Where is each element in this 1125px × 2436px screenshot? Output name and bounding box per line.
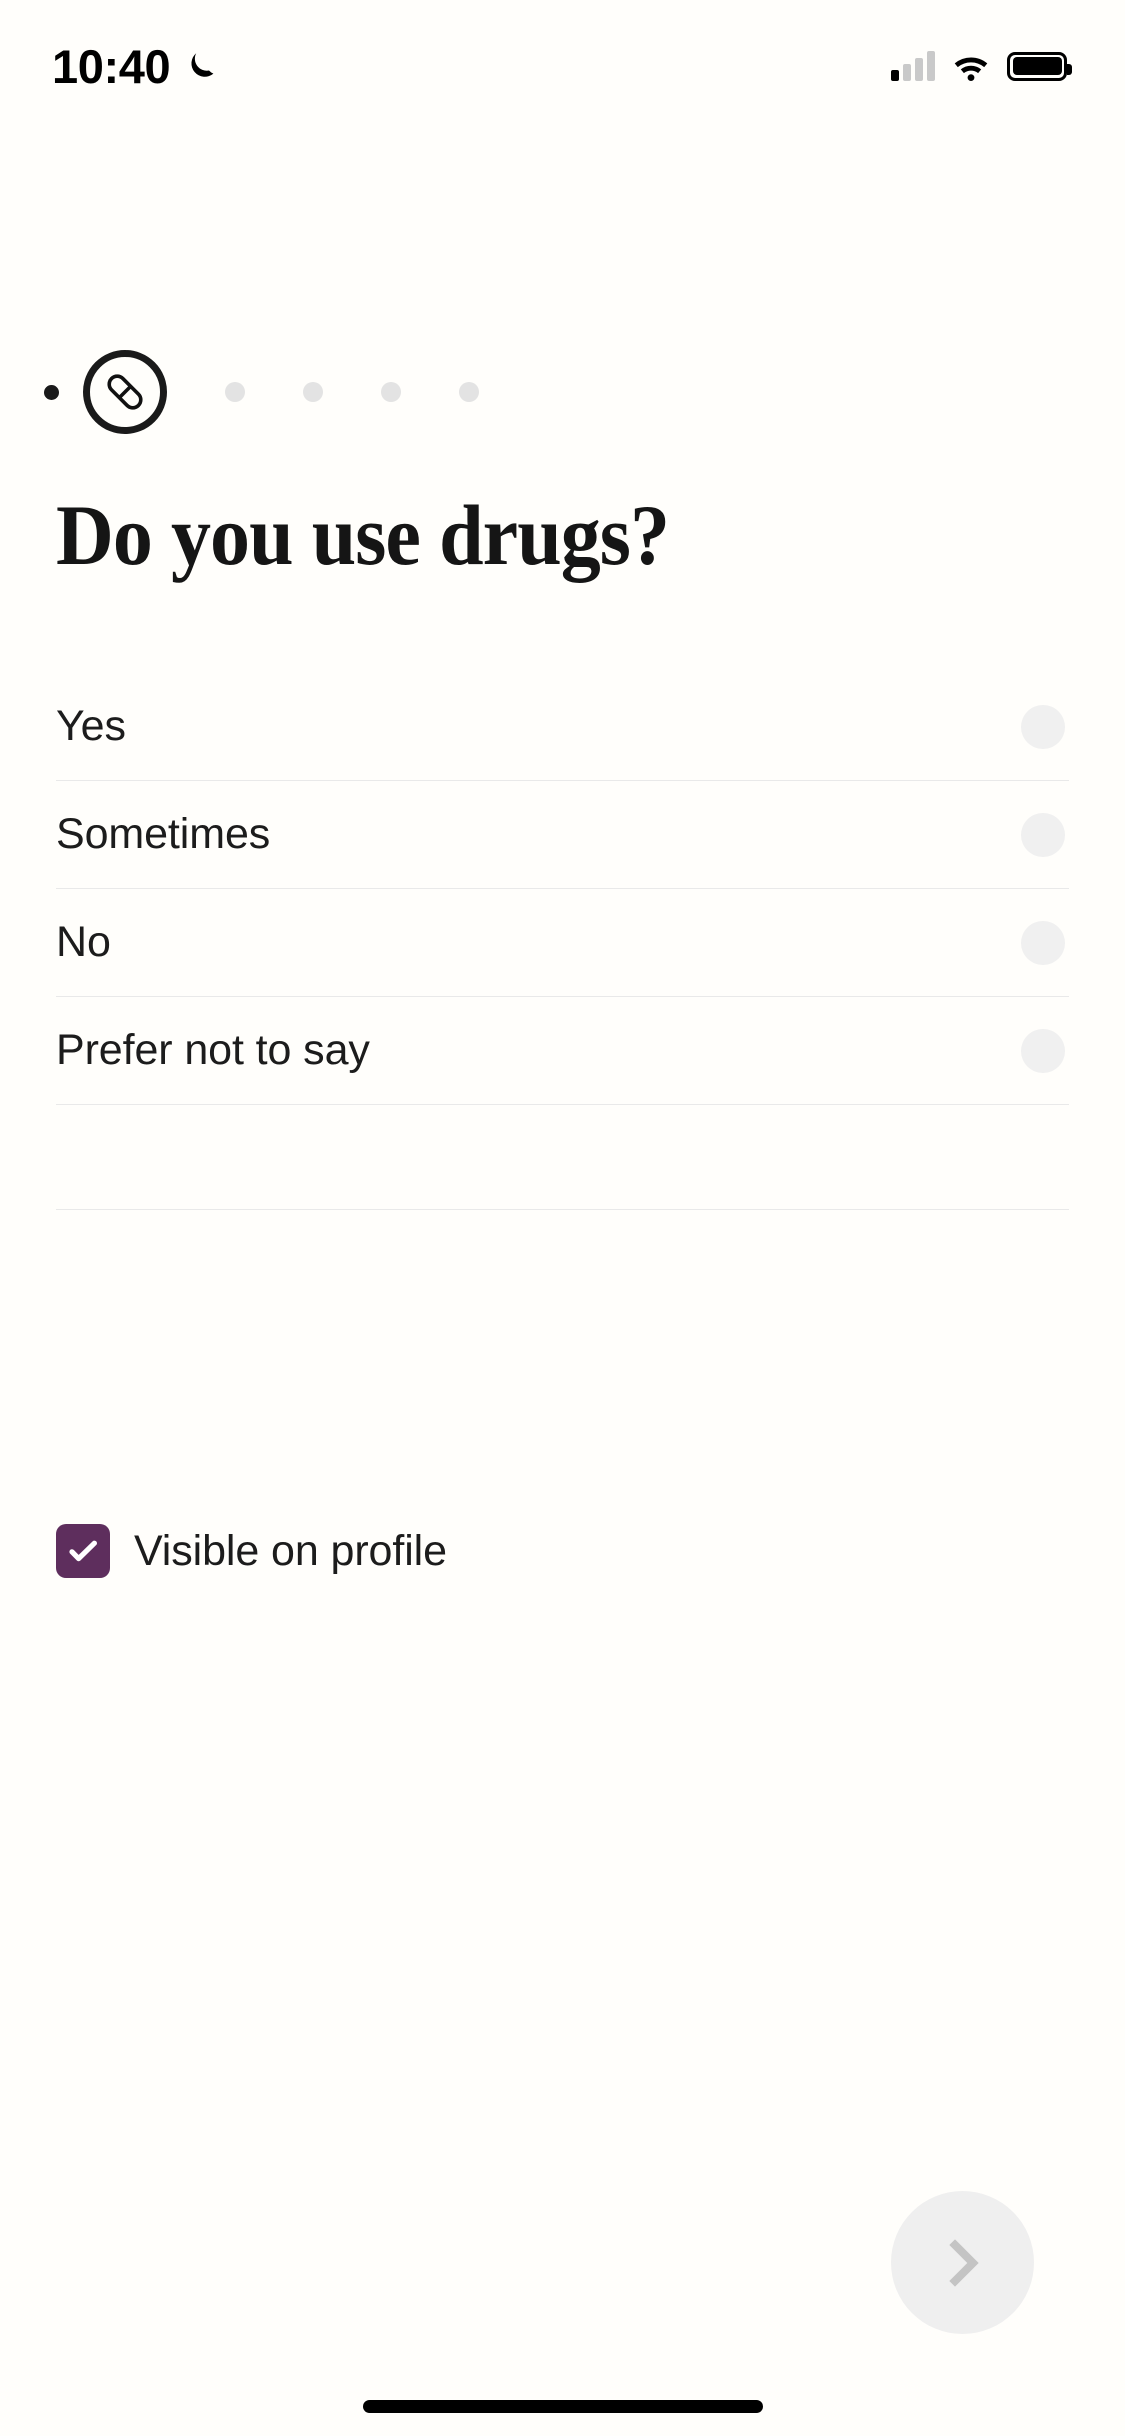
wifi-icon: [951, 51, 991, 81]
option-row-yes[interactable]: Yes: [56, 673, 1069, 781]
radio-button-prefer-not-to-say[interactable]: [1021, 1028, 1065, 1073]
visible-on-profile-label: Visible on profile: [134, 1526, 447, 1575]
checkmark-icon: [66, 1534, 100, 1568]
visible-on-profile-toggle[interactable]: Visible on profile: [56, 1524, 447, 1578]
option-label: Prefer not to say: [56, 1026, 370, 1074]
crescent-moon-icon: [184, 49, 218, 83]
step-progress-indicator: [0, 332, 1125, 452]
home-indicator[interactable]: [362, 2400, 763, 2413]
progress-dot-completed[interactable]: [44, 384, 59, 400]
progress-dot-upcoming[interactable]: [381, 382, 401, 402]
option-label: Sometimes: [56, 810, 271, 858]
pill-capsule-icon: [101, 368, 149, 416]
status-bar-right: [891, 51, 1072, 81]
page-title: Do you use drugs?: [56, 487, 670, 583]
status-bar: 10:40: [0, 0, 1125, 132]
option-label: No: [56, 918, 111, 966]
battery-full-icon: [1007, 51, 1072, 81]
status-bar-clock: 10:40: [52, 39, 171, 93]
radio-button-no[interactable]: [1021, 920, 1065, 965]
option-row-no[interactable]: No: [56, 889, 1069, 997]
progress-upcoming-dots: [225, 382, 479, 402]
status-bar-left: 10:40: [52, 43, 218, 90]
progress-step-active-drugs[interactable]: [83, 350, 167, 434]
chevron-right-icon: [934, 2234, 992, 2292]
next-button[interactable]: [891, 2191, 1034, 2334]
options-list: Yes Sometimes No Prefer not to say: [56, 673, 1069, 1210]
list-trailing-divider: [56, 1105, 1069, 1210]
cellular-signal-icon: [891, 51, 935, 81]
option-row-sometimes[interactable]: Sometimes: [56, 781, 1069, 889]
radio-button-yes[interactable]: [1021, 704, 1065, 749]
option-row-prefer-not-to-say[interactable]: Prefer not to say: [56, 997, 1069, 1105]
phone-screen: 10:40 Do you use drugs? Yes Sometimes No…: [0, 0, 1125, 2436]
option-label: Yes: [56, 702, 126, 750]
visible-on-profile-checkbox[interactable]: [56, 1524, 110, 1578]
progress-dot-upcoming[interactable]: [303, 382, 323, 402]
radio-button-sometimes[interactable]: [1021, 812, 1065, 857]
progress-dot-upcoming[interactable]: [459, 382, 479, 402]
progress-dot-upcoming[interactable]: [225, 382, 245, 402]
